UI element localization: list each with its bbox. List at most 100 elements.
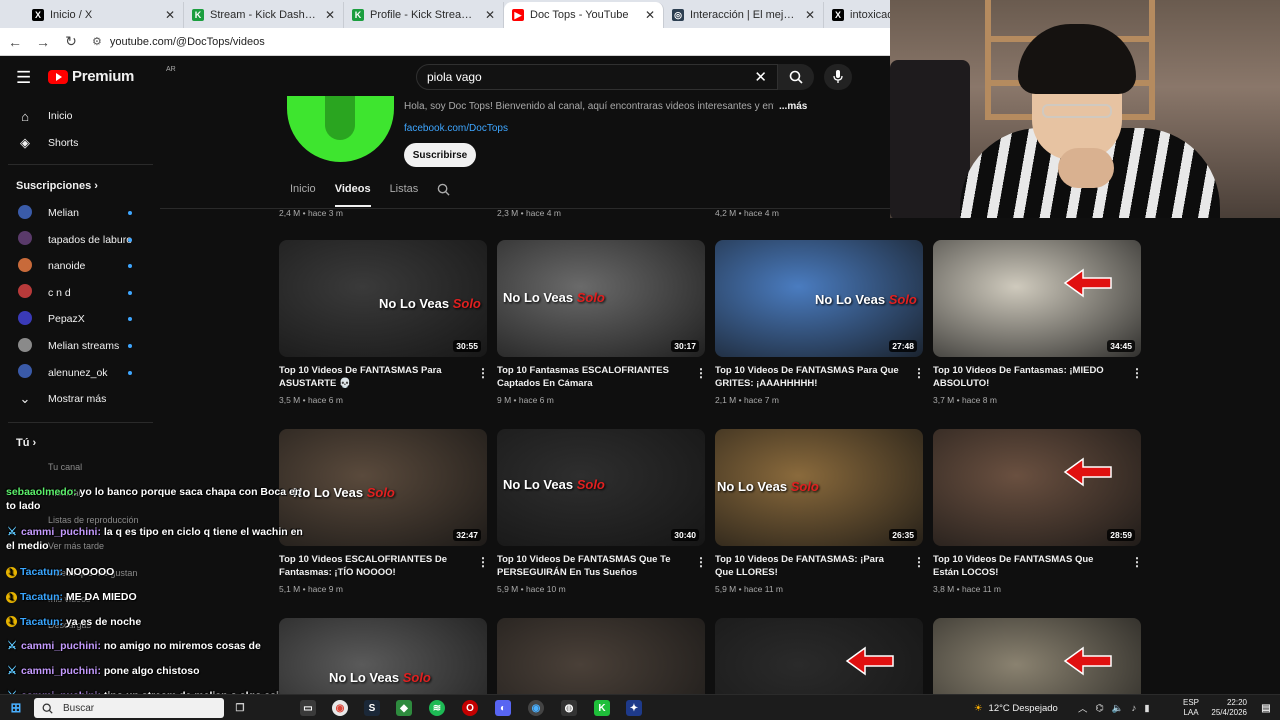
description-more-link[interactable]: ...más [779, 101, 807, 112]
site-info-icon[interactable]: ⚙ [92, 35, 102, 48]
you-header[interactable]: Tú › [16, 437, 36, 449]
tab-videos[interactable]: Videos [334, 183, 371, 207]
overlay-main: No Lo Veas [503, 477, 574, 492]
spotify-icon[interactable]: ≋ [429, 700, 445, 716]
channel-description[interactable]: Hola, soy Doc Tops! Bienvenido al canal,… [404, 101, 774, 112]
video-title[interactable]: Top 10 Videos De FANTASMAS Para ASUSTART… [279, 364, 463, 390]
task-view-icon[interactable]: ❐ [232, 700, 248, 716]
more-options-icon[interactable]: ⋮ [477, 555, 489, 569]
video-title[interactable]: Top 10 Videos De FANTASMAS Que Te PERSEG… [497, 553, 681, 579]
subscription-item[interactable]: Melian [0, 200, 155, 226]
forward-icon[interactable]: → [36, 34, 50, 50]
glasses [1042, 104, 1112, 118]
close-tab-icon[interactable]: ✕ [165, 8, 175, 22]
thumbnail-overlay-text: No Lo Veas Solo [503, 290, 605, 305]
app-icon[interactable]: ◆ [396, 700, 412, 716]
video-duration: 27:48 [889, 340, 917, 352]
more-options-icon[interactable]: ⋮ [913, 555, 925, 569]
app-icon[interactable]: ▭ [300, 700, 316, 716]
subscribe-button[interactable]: Suscribirse [404, 143, 476, 167]
subscriber-badge-icon: 1 [6, 591, 17, 603]
chat-text: no amigo no miremos cosas de [100, 640, 261, 653]
video-thumbnail[interactable]: 28:59 [933, 429, 1141, 546]
chevron-up-icon[interactable]: ︿ [1078, 701, 1088, 715]
channel-avatar[interactable] [287, 96, 394, 162]
steam-icon[interactable]: S [364, 700, 380, 716]
close-tab-icon[interactable]: ✕ [325, 8, 335, 22]
overlay-main: No Lo Veas [379, 296, 450, 311]
subscription-item[interactable]: nanoide [0, 253, 155, 279]
chat-username: cammi_puchini: [21, 665, 101, 678]
video-thumbnail[interactable]: 34:45 [933, 240, 1141, 357]
video-title[interactable]: Top 10 Fantasmas ESCALOFRIANTES Captados… [497, 364, 681, 390]
chrome-active-icon[interactable]: ◉ [528, 700, 544, 716]
more-options-icon[interactable]: ⋮ [1131, 555, 1143, 569]
browser-tab[interactable]: ▶ Doc Tops - YouTube ✕ [504, 2, 664, 28]
opera-icon[interactable]: O [462, 700, 478, 716]
channel-link[interactable]: facebook.com/DocTops [404, 123, 508, 134]
battery-icon[interactable]: ▮ [1144, 703, 1149, 714]
network-icon[interactable]: ⌬ [1096, 703, 1104, 714]
weather-widget[interactable]: ☀ 12°C Despejado [974, 695, 1058, 720]
menu-icon[interactable]: ☰ [16, 68, 31, 88]
browser-tab[interactable]: K Stream - Kick Dashboard ✕ [184, 2, 344, 28]
video-title[interactable]: Top 10 Videos De FANTASMAS Para Que GRIT… [715, 364, 899, 390]
notifications-icon[interactable]: ▤ [1258, 700, 1274, 716]
language-indicator[interactable]: ESP LAA [1183, 695, 1199, 720]
voice-search-button[interactable] [824, 64, 852, 90]
back-icon[interactable]: ← [8, 34, 22, 50]
mic-icon[interactable]: ♪ [1132, 703, 1137, 714]
volume-icon[interactable]: 🔈 [1112, 703, 1124, 714]
more-options-icon[interactable]: ⋮ [913, 366, 925, 380]
clock[interactable]: 22:20 25/4/2026 [1205, 695, 1247, 720]
prev-video-meta: 2,4 M • hace 3 m [279, 208, 343, 218]
more-options-icon[interactable]: ⋮ [477, 366, 489, 380]
youtube-logo[interactable]: Premium AR [48, 66, 176, 85]
windows-start-icon[interactable]: ⊞ [8, 700, 24, 716]
subscription-item[interactable]: c n d [0, 280, 155, 306]
subscriptions-header[interactable]: Suscripciones › [16, 180, 98, 192]
search-button[interactable] [778, 64, 814, 90]
chat-text: pone algo chistoso [100, 665, 200, 678]
kick-icon[interactable]: K [594, 700, 610, 716]
video-thumbnail[interactable]: No Lo Veas Solo 27:48 [715, 240, 923, 357]
app-icon[interactable]: ✦ [626, 700, 642, 716]
sidebar-item-inicio[interactable]: ⌂ Inicio [0, 103, 155, 129]
sidebar-item-shorts[interactable]: ◈ Shorts [0, 130, 155, 156]
video-title[interactable]: Top 10 Videos De FANTASMAS: ¡Para Que LL… [715, 553, 899, 579]
url-field[interactable]: ⚙ youtube.com/@DocTops/videos [92, 35, 265, 49]
you-item[interactable]: Tu canal [48, 462, 82, 472]
more-options-icon[interactable]: ⋮ [1131, 366, 1143, 380]
shorts-icon: ◈ [20, 135, 30, 150]
show-more-button[interactable]: ⌄ Mostrar más [0, 386, 155, 412]
subscription-item[interactable]: Melian streams [0, 333, 155, 359]
subscription-item[interactable]: alenunez_ok [0, 360, 155, 386]
more-options-icon[interactable]: ⋮ [695, 366, 707, 380]
subscription-item[interactable]: PepazX [0, 306, 155, 332]
video-thumbnail[interactable]: No Lo Veas Solo 26:35 [715, 429, 923, 546]
video-title[interactable]: Top 10 Videos De Fantasmas: ¡MIEDO ABSOL… [933, 364, 1117, 390]
browser-tab[interactable]: K Profile - Kick Streaming ✕ [344, 2, 504, 28]
tab-listas[interactable]: Listas [390, 183, 419, 209]
video-duration: 28:59 [1107, 529, 1135, 541]
clear-search-icon[interactable]: ✕ [754, 68, 767, 86]
tab-inicio[interactable]: Inicio [290, 183, 316, 209]
more-options-icon[interactable]: ⋮ [695, 555, 707, 569]
channel-search-icon[interactable] [437, 183, 450, 209]
browser-tab[interactable]: X Inicio / X ✕ [24, 2, 184, 28]
close-tab-icon[interactable]: ✕ [485, 8, 495, 22]
subscription-item[interactable]: tapados de laburo [0, 227, 155, 253]
search-input[interactable]: piola vago ✕ [416, 64, 778, 90]
video-thumbnail[interactable]: No Lo Veas Solo 30:40 [497, 429, 705, 546]
obs-icon[interactable]: ◍ [561, 700, 577, 716]
chrome-icon[interactable]: ◉ [332, 700, 348, 716]
close-tab-icon[interactable]: ✕ [805, 8, 815, 22]
discord-icon[interactable]: ◐ [495, 700, 511, 716]
reload-icon[interactable]: ↻ [64, 33, 78, 50]
video-thumbnail[interactable]: No Lo Veas Solo 30:17 [497, 240, 705, 357]
close-tab-icon[interactable]: ✕ [645, 8, 655, 22]
browser-tab[interactable]: ◎ Interacción | El mejor software ✕ [664, 2, 824, 28]
video-title[interactable]: Top 10 Videos De FANTASMAS Que Están LOC… [933, 553, 1117, 579]
video-thumbnail[interactable]: No Lo Veas Solo 30:55 [279, 240, 487, 357]
taskbar-search[interactable]: Buscar [34, 698, 224, 718]
